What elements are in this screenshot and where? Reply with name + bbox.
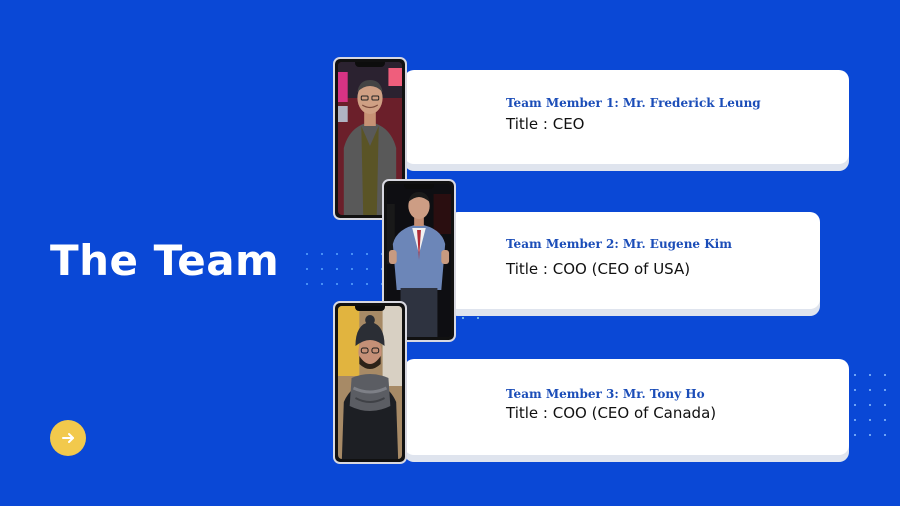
dot — [366, 283, 368, 285]
dot — [854, 404, 856, 406]
dot — [854, 419, 856, 421]
member-photo — [338, 306, 402, 459]
team-member-card: Team Member 3: Mr. Tony Ho Title : COO (… — [404, 359, 849, 455]
team-member-card: Team Member 2: Mr. Eugene Kim Title : CO… — [448, 212, 820, 309]
dot — [306, 268, 308, 270]
member-title: Title : COO (CEO of Canada) — [506, 404, 717, 422]
dot — [351, 253, 353, 255]
phone-notch — [355, 306, 385, 311]
team-member-card: Team Member 1: Mr. Frederick Leung Title… — [404, 70, 849, 164]
dot — [869, 389, 871, 391]
arrow-right-icon — [62, 433, 74, 443]
dot — [306, 253, 308, 255]
dot — [854, 389, 856, 391]
dot — [351, 268, 353, 270]
dot — [854, 374, 856, 376]
dot — [854, 434, 856, 436]
member-name: Team Member 2: Mr. Eugene Kim — [506, 237, 732, 251]
dot — [366, 253, 368, 255]
dot — [306, 283, 308, 285]
member-title: Title : COO (CEO of USA) — [506, 260, 691, 278]
decorative-dot-grid — [306, 253, 383, 285]
dot — [884, 419, 886, 421]
dot — [869, 419, 871, 421]
team-slide: The Team Team Member 1: Mr. Frederick Le… — [0, 0, 900, 506]
dot — [477, 317, 479, 319]
member-name: Team Member 1: Mr. Frederick Leung — [506, 96, 761, 110]
person-photo — [338, 306, 402, 459]
dot — [869, 374, 871, 376]
decorative-dot-grid — [854, 374, 886, 436]
member-name: Team Member 3: Mr. Tony Ho — [506, 387, 705, 401]
dot — [462, 317, 464, 319]
dot — [321, 283, 323, 285]
dot — [336, 268, 338, 270]
dot — [336, 253, 338, 255]
dot — [321, 268, 323, 270]
member-title: Title : CEO — [506, 115, 585, 133]
dot — [321, 253, 323, 255]
dot — [336, 283, 338, 285]
dot — [869, 404, 871, 406]
dot — [884, 434, 886, 436]
phone-notch — [404, 184, 434, 189]
dot — [884, 389, 886, 391]
phone-frame — [333, 301, 407, 464]
dot — [366, 268, 368, 270]
page-title: The Team — [50, 236, 280, 285]
phone-notch — [355, 62, 385, 67]
next-button[interactable] — [50, 420, 86, 456]
dot — [884, 404, 886, 406]
dot — [869, 434, 871, 436]
dot — [884, 374, 886, 376]
dot — [351, 283, 353, 285]
